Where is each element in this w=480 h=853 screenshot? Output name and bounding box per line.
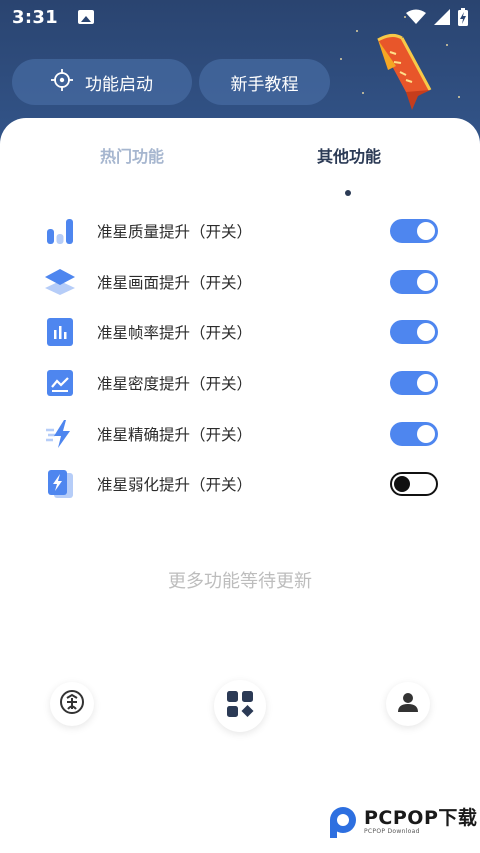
list-item: 准星帧率提升（开关） bbox=[0, 307, 480, 358]
main-card: 热门功能 其他功能 准星质量提升（开关） 准星画面提升（开关） 准星帧率提升（开… bbox=[0, 118, 480, 853]
apps-grid-icon bbox=[226, 690, 254, 722]
image-icon bbox=[77, 10, 94, 24]
free-nav-button[interactable] bbox=[50, 682, 94, 726]
feature-label: 准星质量提升（开关） bbox=[97, 223, 253, 242]
list-item: 准星精确提升（开关） bbox=[0, 408, 480, 459]
status-bar: 3:31 bbox=[0, 0, 480, 34]
tab-bar: 热门功能 其他功能 bbox=[0, 143, 480, 196]
watermark: PCPOP下载 PCPOP Download bbox=[326, 802, 477, 842]
feature-toggle[interactable] bbox=[390, 371, 438, 396]
watermark-main-text: PCPOP下载 bbox=[364, 807, 478, 829]
list-item: 准星密度提升（开关） bbox=[0, 358, 480, 409]
layers-icon bbox=[44, 266, 76, 298]
list-item: 准星画面提升（开关） bbox=[0, 257, 480, 308]
lightning-icon bbox=[44, 418, 76, 450]
feature-label: 准星密度提升（开关） bbox=[97, 375, 253, 394]
user-icon bbox=[397, 691, 419, 717]
feature-label: 准星画面提升（开关） bbox=[97, 273, 253, 292]
tutorial-label: 新手教程 bbox=[230, 74, 299, 95]
feature-start-label: 功能启动 bbox=[85, 74, 153, 95]
feature-toggle[interactable] bbox=[390, 269, 438, 294]
tab-other-features[interactable]: 其他功能 bbox=[317, 143, 381, 167]
phone-bolt-icon bbox=[44, 468, 76, 500]
feature-toggle[interactable] bbox=[390, 421, 438, 446]
user-nav-button[interactable] bbox=[386, 682, 430, 726]
free-badge-icon bbox=[59, 689, 85, 719]
watermark-sub-text: PCPOP Download bbox=[364, 828, 420, 835]
feature-label: 准星帧率提升（开关） bbox=[97, 324, 253, 343]
trend-line-icon bbox=[44, 367, 76, 399]
feature-list: 准星质量提升（开关） 准星画面提升（开关） 准星帧率提升（开关） 准星密度提升（… bbox=[0, 206, 480, 510]
status-time: 3:31 bbox=[12, 6, 58, 28]
more-features-coming-text: 更多功能等待更新 bbox=[168, 571, 312, 592]
feature-toggle[interactable] bbox=[390, 219, 438, 244]
lucky-ribbon-icon[interactable] bbox=[372, 30, 434, 112]
feature-start-button[interactable]: 功能启动 bbox=[12, 59, 192, 105]
feature-label: 准星弱化提升（开关） bbox=[97, 476, 253, 495]
pcpop-logo-icon bbox=[326, 805, 360, 839]
feature-toggle[interactable] bbox=[390, 472, 438, 497]
list-item: 准星质量提升（开关） bbox=[0, 206, 480, 257]
feature-label: 准星精确提升（开关） bbox=[97, 425, 253, 444]
tab-hot-features[interactable]: 热门功能 bbox=[100, 143, 164, 167]
tutorial-button[interactable]: 新手教程 bbox=[199, 59, 330, 105]
active-tab-indicator bbox=[345, 190, 351, 196]
battery-charging-icon bbox=[458, 8, 468, 26]
wifi-icon bbox=[406, 9, 426, 24]
apps-nav-button[interactable] bbox=[214, 680, 266, 732]
list-item: 准星弱化提升（开关） bbox=[0, 459, 480, 510]
feature-toggle[interactable] bbox=[390, 320, 438, 345]
crosshair-icon bbox=[51, 68, 73, 96]
signal-icon bbox=[434, 9, 450, 25]
bar-chart-icon bbox=[44, 215, 76, 247]
document-chart-icon bbox=[44, 316, 76, 348]
